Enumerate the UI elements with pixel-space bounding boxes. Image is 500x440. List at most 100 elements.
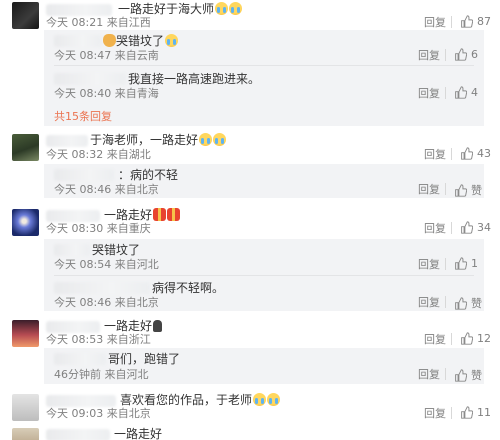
reply-item: 哭错坟了 今天 08:54 来自河北 回复 1 (44, 239, 484, 273)
reply-item: ：病的不轻 今天 08:46 来自北京 回复 赞 (44, 164, 484, 198)
username-blurred[interactable] (46, 210, 100, 222)
comment-meta: 今天 08:32 来自湖北 (46, 148, 151, 161)
like-count: 6 (471, 48, 478, 61)
like-count: 4 (471, 86, 478, 99)
username-blurred[interactable] (54, 244, 90, 256)
username-blurred[interactable] (54, 169, 114, 181)
comment-text-content: 喜欢看您的作品，于老师 (120, 393, 253, 407)
like-button[interactable]: 4 (454, 86, 478, 99)
reply-button[interactable]: 回复 (418, 258, 440, 271)
like-button[interactable]: 6 (454, 48, 478, 61)
gift-emoji-icon (153, 208, 167, 221)
reply-item: 哭错坟了 今天 08:47 来自云南 回复 6 (44, 30, 484, 64)
divider (54, 65, 474, 66)
thumbs-up-icon (455, 86, 467, 99)
thumbs-up-icon (461, 147, 473, 160)
thumbs-up-icon (461, 221, 473, 234)
comment-text-content: 于海老师，一路走好 (90, 133, 199, 147)
divider (445, 183, 446, 195)
thumbs-up-icon (455, 257, 467, 270)
like-count: 11 (477, 406, 491, 419)
reply-text: ：病的不轻 (118, 168, 179, 182)
more-replies-link[interactable]: 共15条回复 (54, 108, 112, 124)
thumbs-up-icon (455, 368, 467, 382)
replies-panel: 哭错坟了 今天 08:54 来自河北 回复 1 病得不轻啊。 今天 08:46 … (44, 239, 484, 311)
like-button[interactable]: 赞 (454, 295, 482, 311)
reply-button[interactable]: 回复 (418, 183, 440, 196)
reply-meta: 今天 08:46 来自北京 (54, 296, 159, 309)
reply-button[interactable]: 回复 (424, 16, 446, 29)
replies-panel: 哥们，跑错了 46分钟前 来自河北 回复 赞 (44, 348, 484, 384)
comment-meta: 今天 08:30 来自重庆 (46, 222, 151, 235)
like-button[interactable]: 赞 (454, 182, 482, 198)
reply-button[interactable]: 回复 (424, 148, 446, 161)
username-blurred[interactable] (46, 321, 100, 333)
reply-item: 我直接一路高速跑进来。 今天 08:40 来自青海 回复 4 (44, 68, 484, 102)
reply-meta: 今天 08:40 来自青海 (54, 87, 159, 100)
crying-emoji-icon (165, 34, 179, 47)
avatar[interactable] (12, 394, 39, 421)
divider (445, 368, 446, 380)
crying-emoji-icon (229, 2, 243, 15)
reply-meta: 今天 08:54 来自河北 (54, 258, 159, 271)
like-count: 43 (477, 147, 491, 160)
crying-emoji-icon (199, 133, 213, 146)
divider (451, 407, 452, 419)
like-count: 赞 (471, 369, 482, 382)
reply-text: 我直接一路高速跑进来。 (128, 72, 261, 86)
username-blurred[interactable] (54, 282, 150, 294)
comment-text: 一路走好 (104, 319, 163, 333)
comment-text: 于海老师，一路走好 (90, 133, 227, 147)
replies-panel: ：病的不轻 今天 08:46 来自北京 回复 赞 (44, 164, 484, 198)
reply-button[interactable]: 回复 (424, 407, 446, 420)
like-count: 12 (477, 332, 491, 345)
like-button[interactable]: 1 (454, 257, 478, 270)
comment-text: 喜欢看您的作品，于老师 (120, 393, 281, 407)
like-button[interactable]: 87 (460, 15, 491, 28)
divider (451, 333, 452, 345)
divider (445, 87, 446, 99)
reply-button[interactable]: 回复 (418, 87, 440, 100)
reply-meta: 今天 08:47 来自云南 (54, 49, 159, 62)
thumbs-up-icon (461, 15, 473, 28)
avatar[interactable] (12, 2, 39, 29)
divider (451, 148, 452, 160)
divider (54, 275, 474, 276)
like-count: 赞 (471, 297, 482, 310)
username-blurred[interactable] (54, 73, 126, 85)
thumbs-up-icon (455, 48, 467, 61)
reply-meta: 今天 08:46 来自北京 (54, 183, 159, 196)
avatar[interactable] (12, 209, 39, 236)
comment-item: 喜欢看您的作品，于老师 今天 09:03 来自北京 回复 11 (0, 392, 500, 422)
reply-button[interactable]: 回复 (424, 222, 446, 235)
thumbs-up-icon (455, 183, 467, 197)
avatar[interactable] (12, 320, 39, 347)
divider (445, 296, 446, 308)
reply-button[interactable]: 回复 (418, 296, 440, 309)
like-button[interactable]: 12 (460, 332, 491, 345)
avatar[interactable] (12, 428, 39, 440)
avatar[interactable] (12, 134, 39, 161)
reply-text: 哭错坟了 (102, 34, 179, 48)
comment-item: 一路走好 (0, 426, 500, 440)
like-button[interactable]: 34 (460, 221, 491, 234)
username-blurred[interactable] (54, 35, 102, 47)
reply-button[interactable]: 回复 (418, 49, 440, 62)
like-count: 87 (477, 15, 491, 28)
reply-button[interactable]: 回复 (424, 333, 446, 346)
like-count: 1 (471, 257, 478, 270)
comment-text: 一路走好 (104, 208, 181, 222)
like-button[interactable]: 11 (460, 406, 491, 419)
person-emoji-icon (153, 320, 163, 332)
username-blurred[interactable] (46, 4, 112, 16)
reply-item: 病得不轻啊。 今天 08:46 来自北京 回复 赞 (44, 277, 484, 311)
reply-button[interactable]: 回复 (418, 368, 440, 381)
divider (451, 222, 452, 234)
username-blurred[interactable] (54, 353, 106, 365)
divider (445, 49, 446, 61)
like-button[interactable]: 43 (460, 147, 491, 160)
username-blurred[interactable] (46, 429, 110, 440)
like-button[interactable]: 赞 (454, 367, 482, 383)
username-blurred[interactable] (46, 135, 88, 147)
username-blurred[interactable] (46, 395, 116, 407)
